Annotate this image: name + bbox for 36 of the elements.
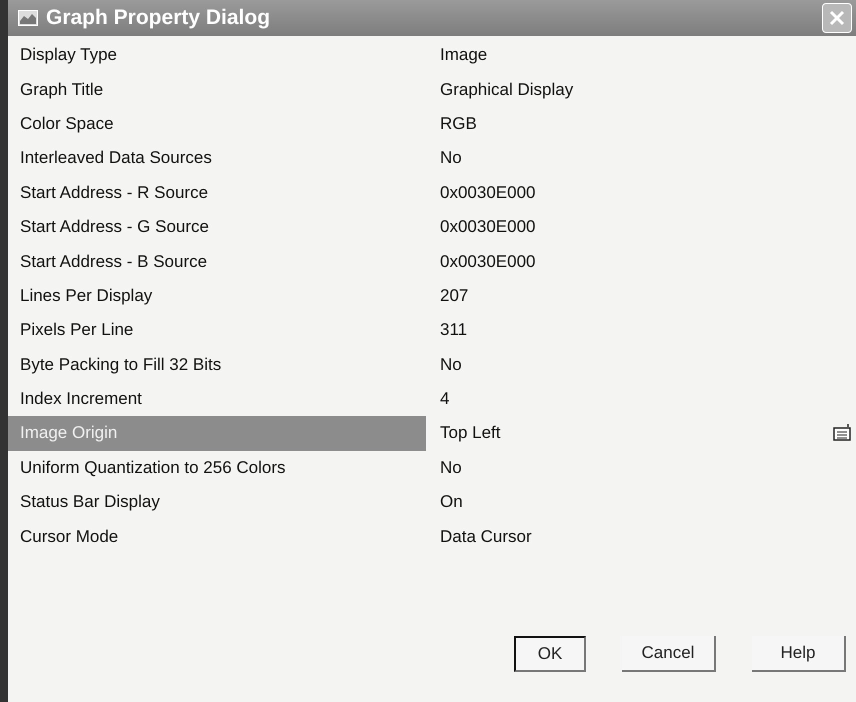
- property-name[interactable]: Start Address - G Source: [8, 210, 426, 244]
- property-name[interactable]: Start Address - B Source: [8, 244, 426, 279]
- property-value: 4: [440, 389, 450, 410]
- property-name[interactable]: Status Bar Display: [8, 485, 426, 520]
- property-value: 207: [440, 286, 470, 306]
- property-value: Graphical Display: [440, 80, 574, 100]
- property-value: No: [440, 458, 463, 478]
- property-name[interactable]: Display Type: [8, 38, 426, 72]
- property-name[interactable]: Graph Title: [8, 72, 426, 107]
- property-value: Top Left: [440, 423, 502, 444]
- property-name[interactable]: Byte Packing to Fill 32 Bits: [8, 348, 426, 382]
- property-value: 311: [440, 320, 468, 340]
- property-name[interactable]: Cursor Mode: [8, 519, 426, 554]
- property-value: No: [440, 354, 463, 375]
- property-name[interactable]: Pixels Per Line: [8, 313, 426, 348]
- property-name[interactable]: Start Address - R Source: [8, 176, 426, 210]
- property-name[interactable]: Lines Per Display: [8, 278, 426, 314]
- property-value: 0x0030E000: [440, 182, 536, 203]
- property-value: Data Cursor: [440, 526, 533, 547]
- property-name[interactable]: Interleaved Data Sources: [8, 141, 426, 176]
- edit-icon[interactable]: [832, 424, 852, 442]
- property-name[interactable]: Uniform Quantization to 256 Colors: [8, 450, 426, 486]
- property-name[interactable]: Color Space: [8, 106, 426, 142]
- property-value: No: [440, 148, 463, 168]
- window-title: Graph Property Dialog: [46, 6, 272, 30]
- property-value: RGB: [440, 114, 478, 134]
- property-value: 0x0030E000: [440, 252, 536, 272]
- graph-icon: [18, 10, 38, 26]
- property-value: Image: [440, 45, 488, 66]
- close-icon: [827, 8, 847, 28]
- dialog-button[interactable]: Cancel: [622, 636, 716, 672]
- property-value: 0x0030E000: [440, 217, 536, 238]
- property-value: On: [440, 492, 464, 512]
- dialog-button[interactable]: OK: [514, 636, 586, 672]
- dialog-button[interactable]: Help: [752, 636, 846, 672]
- property-name[interactable]: Index Increment: [8, 382, 426, 416]
